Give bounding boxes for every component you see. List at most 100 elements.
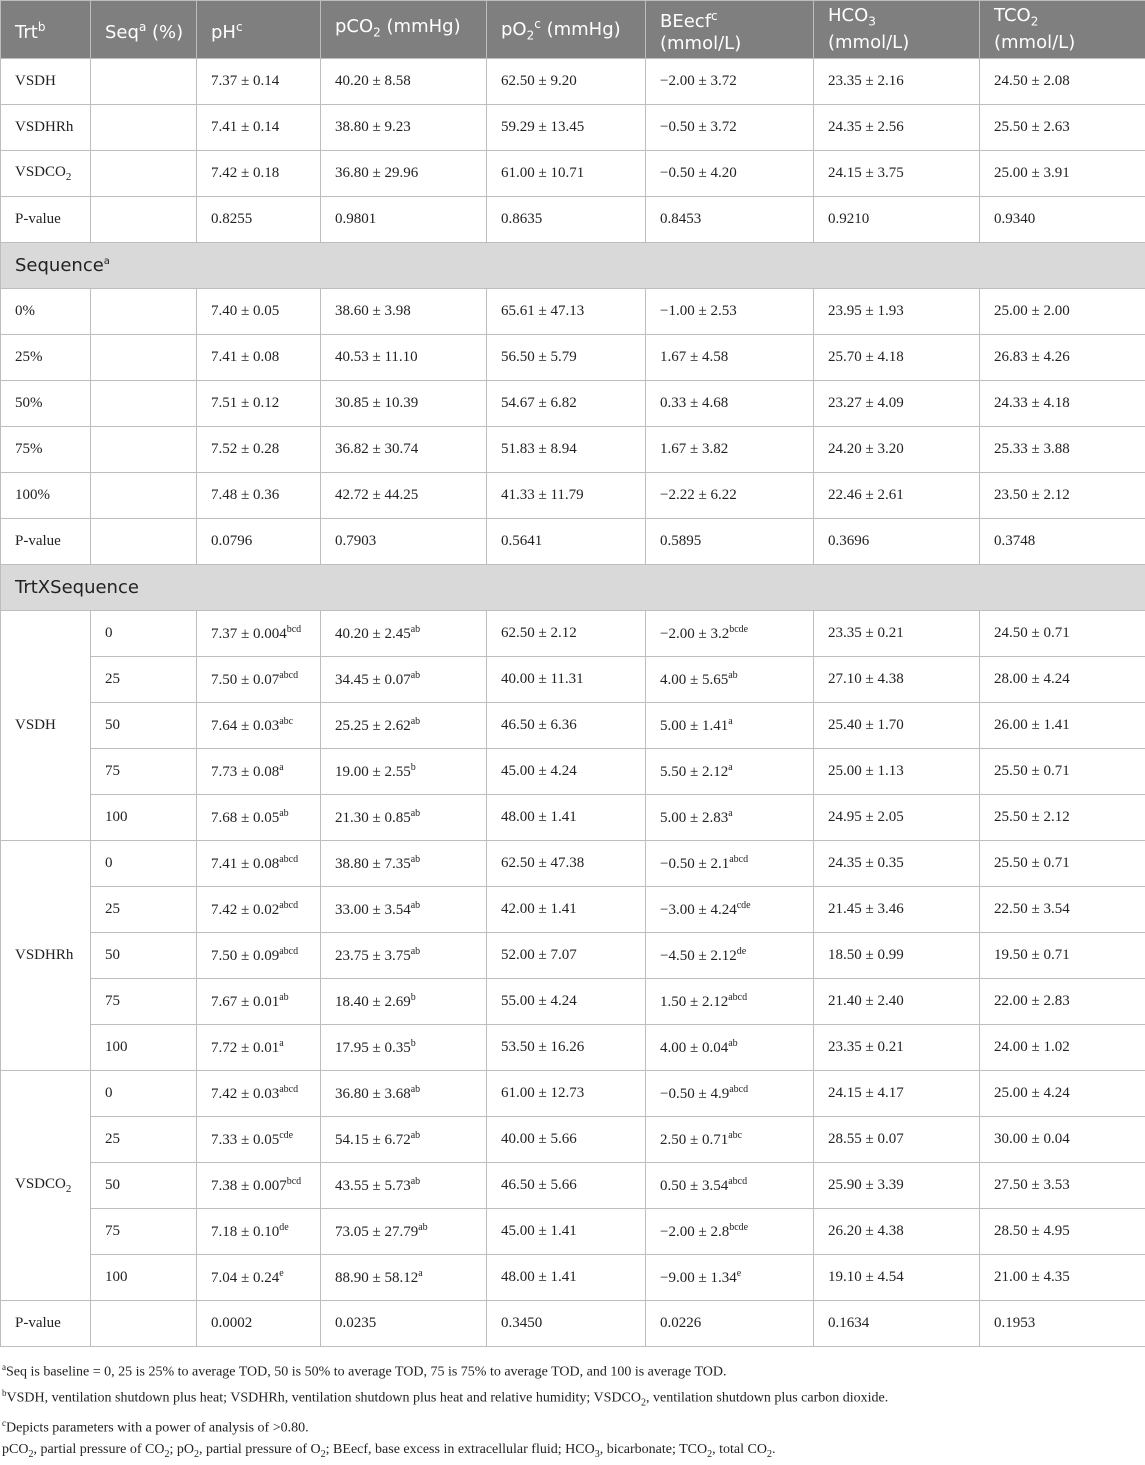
cell-beecf: −2.00 ± 3.2bcde (646, 611, 814, 657)
row-label-trt: VSDHRh (1, 105, 91, 151)
cell-seq: 100 (91, 795, 197, 841)
cell-ph: 7.40 ± 0.05 (197, 289, 321, 335)
cell-po2: 53.50 ± 16.26 (487, 1025, 646, 1071)
cell-value: 24.15 ± 3.75 (828, 165, 904, 181)
cell-value: 7.52 ± 0.28 (211, 441, 279, 457)
cell-ph: 7.67 ± 0.01ab (197, 979, 321, 1025)
cell-beecf: 5.00 ± 2.83a (646, 795, 814, 841)
cell-value: 7.50 ± 0.07 (211, 672, 279, 688)
cell-ph: 7.50 ± 0.09abcd (197, 933, 321, 979)
cell-hco3: 24.95 ± 2.05 (814, 795, 980, 841)
cell-beecf: 5.00 ± 1.41a (646, 703, 814, 749)
cell-value: 33.00 ± 3.54 (335, 902, 411, 918)
cell-value: 42.00 ± 1.41 (501, 901, 577, 917)
cell-pco2: 54.15 ± 6.72ab (321, 1117, 487, 1163)
header-row: Trtb Seqa (%) pHc pCO2 (mmHg) pO2c (mmHg… (1, 1, 1145, 59)
cell-beecf: −0.50 ± 4.9abcd (646, 1071, 814, 1117)
cell-value: 73.05 ± 27.79 (335, 1224, 418, 1240)
cell-value: −0.50 ± 3.72 (660, 119, 737, 135)
cell-seq: 0 (91, 611, 197, 657)
cell-value: 19.00 ± 2.55 (335, 764, 411, 780)
cell-po2: 52.00 ± 7.07 (487, 933, 646, 979)
cell-ph: 7.50 ± 0.07abcd (197, 657, 321, 703)
cell-po2: 62.50 ± 47.38 (487, 841, 646, 887)
cell-pco2: 18.40 ± 2.69b (321, 979, 487, 1025)
significance-letters: a (728, 716, 732, 727)
cell-po2: 46.50 ± 6.36 (487, 703, 646, 749)
significance-letters: ab (411, 1084, 420, 1095)
cell-po2: 42.00 ± 1.41 (487, 887, 646, 933)
pvalue-row: P-value0.00020.02350.34500.02260.16340.1… (1, 1301, 1145, 1347)
section-title: TrtXSequence (1, 565, 1145, 611)
cell-value: 25.00 ± 2.00 (994, 303, 1070, 319)
cell-po2: 48.00 ± 1.41 (487, 1255, 646, 1301)
cell-pco2: 88.90 ± 58.12a (321, 1255, 487, 1301)
cell-seq: 25 (91, 887, 197, 933)
cell-value: 28.00 ± 4.24 (994, 671, 1070, 687)
cell-seq: 50 (91, 703, 197, 749)
cell-beecf: 1.67 ± 3.82 (646, 427, 814, 473)
cell-value: 52.00 ± 7.07 (501, 947, 577, 963)
significance-letters: abcd (728, 992, 747, 1003)
cell-tco2: 26.83 ± 4.26 (980, 335, 1145, 381)
cell-seq-empty (91, 197, 197, 243)
significance-letters: abcd (279, 854, 298, 865)
cell-hco3: 24.20 ± 3.20 (814, 427, 980, 473)
section-title: Sequencea (1, 243, 1145, 289)
significance-letters: de (737, 946, 746, 957)
table-row: VSDH7.37 ± 0.1440.20 ± 8.5862.50 ± 9.20−… (1, 59, 1145, 105)
cell-pco2: 19.00 ± 2.55b (321, 749, 487, 795)
cell-beecf: −0.50 ± 4.20 (646, 151, 814, 197)
cell-beecf: −2.00 ± 3.72 (646, 59, 814, 105)
table-row: 1007.72 ± 0.01a17.95 ± 0.35b53.50 ± 16.2… (1, 1025, 1145, 1071)
cell-value: 21.45 ± 3.46 (828, 901, 904, 917)
cell-value: 7.42 ± 0.03 (211, 1086, 279, 1102)
cell-beecf: 0.33 ± 4.68 (646, 381, 814, 427)
pvalue-hco3: 0.3696 (814, 519, 980, 565)
cell-value: 18.40 ± 2.69 (335, 994, 411, 1010)
group-label: VSDCO2 (1, 1071, 91, 1301)
cell-value: 54.15 ± 6.72 (335, 1132, 411, 1148)
cell-ph: 7.52 ± 0.28 (197, 427, 321, 473)
row-label-seq: 100% (1, 473, 91, 519)
cell-value: 40.00 ± 11.31 (501, 671, 584, 687)
row-label-trt: VSDH (1, 59, 91, 105)
cell-value: 7.72 ± 0.01 (211, 1040, 279, 1056)
col-header-hco3: HCO3(mmol/L) (814, 1, 980, 59)
cell-tco2: 25.50 ± 2.12 (980, 795, 1145, 841)
significance-letters: e (737, 1268, 741, 1279)
cell-value: 45.00 ± 4.24 (501, 763, 577, 779)
table-row: VSDHRh07.41 ± 0.08abcd38.80 ± 7.35ab62.5… (1, 841, 1145, 887)
cell-value: 25.50 ± 2.63 (994, 119, 1070, 135)
cell-tco2: 19.50 ± 0.71 (980, 933, 1145, 979)
cell-value: 19.50 ± 0.71 (994, 947, 1070, 963)
cell-pco2: 36.80 ± 3.68ab (321, 1071, 487, 1117)
significance-letters: ab (411, 854, 420, 865)
row-label-seq: 50% (1, 381, 91, 427)
significance-letters: bcde (729, 624, 748, 635)
cell-seq-empty (91, 335, 197, 381)
cell-ph: 7.64 ± 0.03abc (197, 703, 321, 749)
cell-value: 4.00 ± 5.65 (660, 672, 728, 688)
col-header-ph: pHc (197, 1, 321, 59)
significance-letters: abcd (729, 854, 748, 865)
cell-po2: 54.67 ± 6.82 (487, 381, 646, 427)
cell-beecf: −1.00 ± 2.53 (646, 289, 814, 335)
table-body: VSDH7.37 ± 0.1440.20 ± 8.5862.50 ± 9.20−… (1, 59, 1145, 1347)
significance-letters: ab (411, 946, 420, 957)
cell-po2: 41.33 ± 11.79 (487, 473, 646, 519)
cell-tco2: 22.50 ± 3.54 (980, 887, 1145, 933)
significance-letters: bcd (287, 624, 301, 635)
table-row: VSDHRh7.41 ± 0.1438.80 ± 9.2359.29 ± 13.… (1, 105, 1145, 151)
cell-hco3: 21.45 ± 3.46 (814, 887, 980, 933)
col-header-seq: Seqa (%) (91, 1, 197, 59)
significance-letters: ab (411, 624, 420, 635)
pvalue-po2: 0.8635 (487, 197, 646, 243)
cell-seq-empty (91, 289, 197, 335)
cell-po2: 51.83 ± 8.94 (487, 427, 646, 473)
cell-po2: 46.50 ± 5.66 (487, 1163, 646, 1209)
significance-letters: ab (728, 670, 737, 681)
cell-value: 62.50 ± 47.38 (501, 855, 584, 871)
cell-value: 19.10 ± 4.54 (828, 1269, 904, 1285)
significance-letters: a (728, 808, 732, 819)
